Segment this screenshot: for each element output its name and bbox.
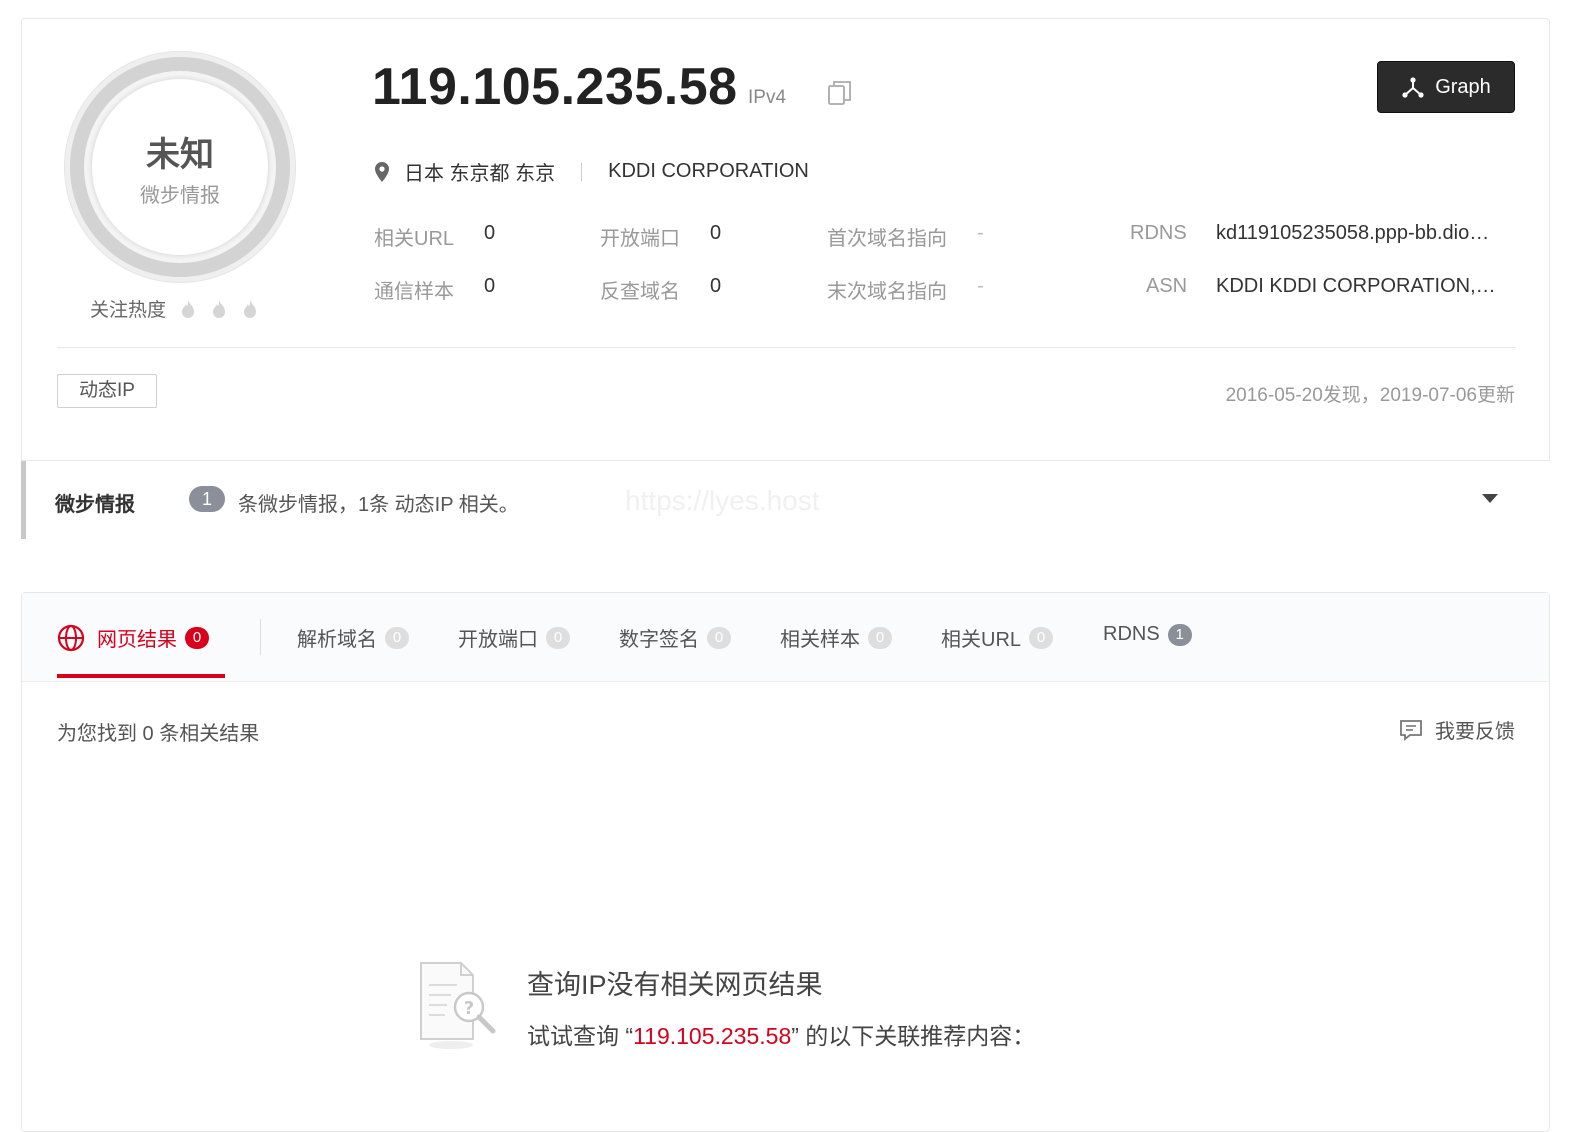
tab-related-samples[interactable]: 相关样本 0 [780,623,892,652]
divider [57,347,1516,348]
tab-count-badge: 1 [1167,623,1192,646]
intel-count-badge: 1 [189,486,225,512]
ip-address-title: 119.105.235.58 [372,58,738,116]
tab-resolved-domains[interactable]: 解析域名 0 [297,623,409,652]
stat-value[interactable]: 0 [484,275,495,298]
empty-state-subtitle: 试试查询 “119.105.235.58” 的以下关联推荐内容： [527,1017,1035,1051]
verdict-label: 未知 [146,136,214,174]
flame-icon [241,299,259,319]
svg-text:?: ? [464,998,474,1019]
ip-version: IPv4 [748,87,787,108]
stat-label: ASN [1146,275,1188,297]
tab-label: 相关URL [941,629,1022,651]
tab-count-badge: 0 [385,626,409,649]
tab-count-badge: 0 [185,626,209,649]
ip-overview-card: 未知 微步情报 关注热度 119.105.235.58 IPv4 Graph 日… [21,18,1550,539]
stat-label: 首次域名指向 [827,228,947,250]
results-card: 网页结果 0 解析域名 0 开放端口 0 数字签名 0 相关样本 0 相关URL… [21,592,1550,1132]
stat-label: 反查域名 [600,281,680,303]
stat-label: 通信样本 [374,281,454,303]
tab-label: 相关样本 [780,629,860,651]
tab-digital-signatures[interactable]: 数字签名 0 [619,623,731,652]
feedback-link[interactable]: 我要反馈 [1399,715,1515,744]
stat-label: 开放端口 [600,228,680,250]
intel-summary-text: 条微步情报，1条 动态IP 相关。 [238,494,519,516]
location-row: 日本 东京都 东京 KDDI CORPORATION [374,157,809,186]
location-text: 日本 东京都 东京 [404,163,556,185]
verdict-gauge: 未知 微步情报 [64,51,296,283]
tab-label: 解析域名 [297,629,377,651]
intel-summary-bar[interactable]: 微步情报 1 条微步情报，1条 动态IP 相关。 https://lyes.ho… [21,460,1550,539]
empty-sub-suffix: ” 的以下关联推荐内容： [791,1023,1036,1049]
stat-value[interactable]: 0 [710,275,721,298]
stat-value: - [977,275,984,297]
feedback-label: 我要反馈 [1435,721,1515,743]
location-separator [581,162,583,181]
globe-icon [57,624,85,652]
tab-count-badge: 0 [707,626,731,649]
location-pin-icon [374,161,390,183]
result-count: 为您找到 0 条相关结果 [57,723,260,745]
tab-bar: 网页结果 0 解析域名 0 开放端口 0 数字签名 0 相关样本 0 相关URL… [22,593,1549,682]
stat-samples: 通信样本 0 [374,275,495,304]
intel-accent-bar [21,461,26,539]
tab-related-url[interactable]: 相关URL 0 [941,623,1054,652]
verdict-source: 微步情报 [140,185,220,207]
watermark: https://lyes.host [625,485,820,516]
tab-label: RDNS [1103,623,1160,645]
active-tab-indicator [57,674,225,678]
tab-rdns[interactable]: RDNS 1 [1103,623,1192,646]
stat-first-domain: 首次域名指向 - [827,222,984,251]
stat-value: - [977,222,984,244]
tab-label: 数字签名 [619,629,699,651]
graph-icon [1401,75,1425,99]
stat-value[interactable]: KDDI KDDI CORPORATION,… [1216,275,1496,298]
stat-last-domain: 末次域名指向 - [827,275,984,304]
stat-related-url: 相关URL 0 [374,222,495,251]
tag-dynamic-ip[interactable]: 动态IP [57,374,157,408]
discovery-dates: 2016-05-20发现，2019-07-06更新 [1225,385,1515,406]
stat-value[interactable]: 0 [710,222,721,245]
stat-value[interactable]: 0 [484,222,495,245]
flame-icon [179,299,197,319]
graph-button[interactable]: Graph [1377,61,1515,113]
tab-label: 开放端口 [458,629,538,651]
tab-label: 网页结果 [97,629,177,651]
empty-document-search-icon: ? [417,959,499,1051]
tab-count-badge: 0 [1029,626,1054,649]
stat-label: 相关URL [374,228,455,250]
organization-text: KDDI CORPORATION [608,160,809,182]
stat-label: 末次域名指向 [827,281,947,303]
heat-label: 关注热度 [90,300,167,321]
stat-reverse-domain: 反查域名 0 [600,275,721,304]
stat-rdns: RDNS kd119105235058.ppp-bb.dio… [1130,222,1489,245]
heat-indicator: 关注热度 [90,295,259,322]
flame-icon [210,299,228,319]
intel-title: 微步情报 [55,494,135,516]
stat-asn: ASN KDDI KDDI CORPORATION,… [1146,275,1496,298]
feedback-icon [1399,718,1423,742]
graph-button-label: Graph [1435,75,1491,98]
tab-count-badge: 0 [868,626,892,649]
query-highlight: 119.105.235.58 [633,1023,792,1049]
gauge-center: 未知 微步情报 [92,79,268,255]
tab-count-badge: 0 [546,626,570,649]
tab-separator [260,619,261,655]
empty-state-title: 查询IP没有相关网页结果 [527,970,823,1000]
empty-sub-prefix: 试试查询 “ [527,1023,634,1049]
stat-value[interactable]: kd119105235058.ppp-bb.dio… [1216,222,1489,245]
tab-web-results[interactable]: 网页结果 0 [57,623,209,652]
stat-open-ports: 开放端口 0 [600,222,721,251]
stat-label: RDNS [1130,222,1187,244]
tab-open-ports[interactable]: 开放端口 0 [458,623,570,652]
copy-icon[interactable] [827,79,853,107]
chevron-down-icon[interactable] [1482,494,1498,503]
